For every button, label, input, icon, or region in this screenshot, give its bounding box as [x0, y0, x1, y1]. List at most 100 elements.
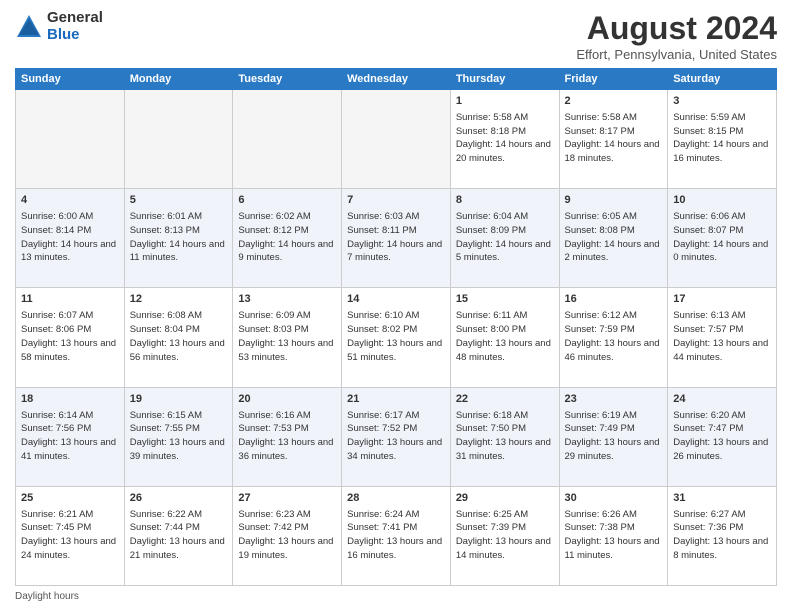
day-info: Sunrise: 6:07 AM — [21, 309, 119, 323]
day-info: Sunset: 8:13 PM — [130, 224, 228, 238]
calendar-cell — [16, 90, 125, 189]
day-number: 28 — [347, 491, 445, 507]
day-number: 21 — [347, 392, 445, 408]
day-info: Daylight: 14 hours and 16 minutes. — [673, 138, 771, 166]
day-info: Sunrise: 6:16 AM — [238, 409, 336, 423]
calendar-cell: 9Sunrise: 6:05 AMSunset: 8:08 PMDaylight… — [559, 189, 668, 288]
weekday-header: Friday — [559, 69, 668, 90]
day-info: Sunrise: 6:03 AM — [347, 210, 445, 224]
day-info: Daylight: 13 hours and 56 minutes. — [130, 337, 228, 365]
calendar-cell: 21Sunrise: 6:17 AMSunset: 7:52 PMDayligh… — [342, 387, 451, 486]
weekday-header: Thursday — [450, 69, 559, 90]
calendar-cell: 11Sunrise: 6:07 AMSunset: 8:06 PMDayligh… — [16, 288, 125, 387]
day-number: 10 — [673, 193, 771, 209]
day-info: Daylight: 13 hours and 19 minutes. — [238, 535, 336, 563]
day-info: Sunrise: 6:01 AM — [130, 210, 228, 224]
day-info: Sunset: 7:45 PM — [21, 521, 119, 535]
calendar-cell: 18Sunrise: 6:14 AMSunset: 7:56 PMDayligh… — [16, 387, 125, 486]
day-info: Sunrise: 6:27 AM — [673, 508, 771, 522]
day-info: Sunset: 7:55 PM — [130, 422, 228, 436]
day-info: Daylight: 13 hours and 39 minutes. — [130, 436, 228, 464]
day-info: Daylight: 13 hours and 41 minutes. — [21, 436, 119, 464]
logo-icon — [15, 13, 43, 41]
day-info: Daylight: 13 hours and 51 minutes. — [347, 337, 445, 365]
day-number: 19 — [130, 392, 228, 408]
day-info: Daylight: 13 hours and 58 minutes. — [21, 337, 119, 365]
location: Effort, Pennsylvania, United States — [576, 47, 777, 62]
day-info: Sunset: 7:47 PM — [673, 422, 771, 436]
day-info: Sunrise: 6:20 AM — [673, 409, 771, 423]
day-number: 25 — [21, 491, 119, 507]
calendar-week-row: 4Sunrise: 6:00 AMSunset: 8:14 PMDaylight… — [16, 189, 777, 288]
weekday-header: Monday — [124, 69, 233, 90]
day-info: Sunset: 7:39 PM — [456, 521, 554, 535]
day-info: Sunrise: 5:59 AM — [673, 111, 771, 125]
day-info: Daylight: 13 hours and 16 minutes. — [347, 535, 445, 563]
day-info: Sunrise: 6:21 AM — [21, 508, 119, 522]
day-info: Sunset: 8:08 PM — [565, 224, 663, 238]
calendar-cell: 14Sunrise: 6:10 AMSunset: 8:02 PMDayligh… — [342, 288, 451, 387]
day-info: Daylight: 14 hours and 20 minutes. — [456, 138, 554, 166]
day-number: 3 — [673, 94, 771, 110]
day-number: 24 — [673, 392, 771, 408]
calendar-cell: 25Sunrise: 6:21 AMSunset: 7:45 PMDayligh… — [16, 486, 125, 585]
day-info: Sunset: 8:06 PM — [21, 323, 119, 337]
page: General Blue August 2024 Effort, Pennsyl… — [0, 0, 792, 612]
day-info: Daylight: 14 hours and 18 minutes. — [565, 138, 663, 166]
title-block: August 2024 Effort, Pennsylvania, United… — [576, 10, 777, 62]
day-info: Daylight: 13 hours and 44 minutes. — [673, 337, 771, 365]
weekday-header: Saturday — [668, 69, 777, 90]
day-info: Sunrise: 6:13 AM — [673, 309, 771, 323]
calendar-cell: 17Sunrise: 6:13 AMSunset: 7:57 PMDayligh… — [668, 288, 777, 387]
day-info: Sunrise: 6:22 AM — [130, 508, 228, 522]
calendar-cell: 6Sunrise: 6:02 AMSunset: 8:12 PMDaylight… — [233, 189, 342, 288]
day-number: 11 — [21, 292, 119, 308]
day-number: 17 — [673, 292, 771, 308]
day-info: Sunrise: 6:11 AM — [456, 309, 554, 323]
day-info: Sunrise: 6:15 AM — [130, 409, 228, 423]
day-number: 1 — [456, 94, 554, 110]
calendar-cell: 8Sunrise: 6:04 AMSunset: 8:09 PMDaylight… — [450, 189, 559, 288]
calendar-cell: 12Sunrise: 6:08 AMSunset: 8:04 PMDayligh… — [124, 288, 233, 387]
calendar-cell: 15Sunrise: 6:11 AMSunset: 8:00 PMDayligh… — [450, 288, 559, 387]
day-number: 29 — [456, 491, 554, 507]
day-info: Sunset: 8:00 PM — [456, 323, 554, 337]
day-info: Sunset: 8:11 PM — [347, 224, 445, 238]
calendar-cell: 29Sunrise: 6:25 AMSunset: 7:39 PMDayligh… — [450, 486, 559, 585]
day-number: 18 — [21, 392, 119, 408]
day-number: 5 — [130, 193, 228, 209]
day-info: Sunrise: 6:10 AM — [347, 309, 445, 323]
day-number: 13 — [238, 292, 336, 308]
logo-blue: Blue — [47, 27, 103, 44]
day-info: Sunrise: 6:26 AM — [565, 508, 663, 522]
day-info: Daylight: 13 hours and 26 minutes. — [673, 436, 771, 464]
calendar-cell: 24Sunrise: 6:20 AMSunset: 7:47 PMDayligh… — [668, 387, 777, 486]
logo-text: General Blue — [47, 10, 103, 43]
calendar-cell: 26Sunrise: 6:22 AMSunset: 7:44 PMDayligh… — [124, 486, 233, 585]
day-number: 7 — [347, 193, 445, 209]
calendar-cell: 10Sunrise: 6:06 AMSunset: 8:07 PMDayligh… — [668, 189, 777, 288]
day-info: Sunset: 8:15 PM — [673, 125, 771, 139]
day-number: 30 — [565, 491, 663, 507]
calendar-cell: 4Sunrise: 6:00 AMSunset: 8:14 PMDaylight… — [16, 189, 125, 288]
day-info: Daylight: 14 hours and 13 minutes. — [21, 238, 119, 266]
day-info: Sunset: 7:49 PM — [565, 422, 663, 436]
day-info: Sunrise: 6:24 AM — [347, 508, 445, 522]
day-info: Sunset: 8:18 PM — [456, 125, 554, 139]
day-info: Sunrise: 5:58 AM — [565, 111, 663, 125]
calendar-cell: 19Sunrise: 6:15 AMSunset: 7:55 PMDayligh… — [124, 387, 233, 486]
day-info: Sunrise: 6:08 AM — [130, 309, 228, 323]
day-info: Sunrise: 6:06 AM — [673, 210, 771, 224]
day-info: Daylight: 14 hours and 0 minutes. — [673, 238, 771, 266]
day-info: Sunset: 7:53 PM — [238, 422, 336, 436]
day-info: Daylight: 13 hours and 29 minutes. — [565, 436, 663, 464]
day-info: Sunrise: 6:00 AM — [21, 210, 119, 224]
day-info: Daylight: 13 hours and 48 minutes. — [456, 337, 554, 365]
day-info: Sunrise: 6:09 AM — [238, 309, 336, 323]
day-info: Daylight: 13 hours and 34 minutes. — [347, 436, 445, 464]
day-info: Sunset: 7:41 PM — [347, 521, 445, 535]
day-info: Sunrise: 6:05 AM — [565, 210, 663, 224]
calendar-cell: 16Sunrise: 6:12 AMSunset: 7:59 PMDayligh… — [559, 288, 668, 387]
calendar-table: SundayMondayTuesdayWednesdayThursdayFrid… — [15, 68, 777, 586]
day-info: Sunset: 8:02 PM — [347, 323, 445, 337]
